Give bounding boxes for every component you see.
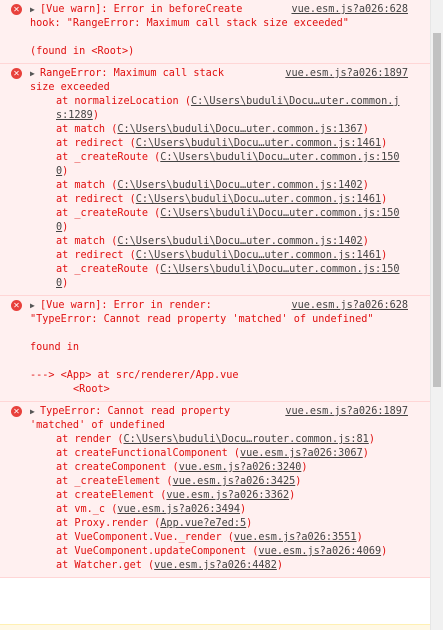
frame-function: at _createRoute [56,208,149,219]
frame-location-link[interactable]: vue.esm.js?a026:3067 [240,448,363,459]
frame-function: at redirect [56,194,124,205]
stack-frame: at redirect (C:\Users\buduli\Docu…uter.c… [56,138,388,149]
stack-frame: at render (C:\Users\buduli\Docu…router.c… [56,434,375,445]
stack-frame: at _createRoute (C:\Users\buduli\Docu…ut… [56,264,400,289]
expand-triangle-icon[interactable]: ▶ [30,299,40,313]
message-text: hook: "RangeError: Maximum call stack si… [30,18,349,29]
stack-frame: at normalizeLocation (C:\Users\buduli\Do… [56,96,400,121]
message-text [30,327,404,341]
frame-location-link[interactable]: C:\Users\buduli\Docu…uter.common.js:1402 [117,180,362,191]
message-text: ---> <App> at src/renderer/App.vue [30,370,239,381]
expand-triangle-icon[interactable]: ▶ [30,405,40,419]
frame-function: at createFunctionalComponent [56,448,228,459]
frame-location-link[interactable]: vue.esm.js?a026:3362 [166,490,289,501]
vertical-scrollbar[interactable] [430,0,443,630]
message-text: <Root> [30,384,110,395]
message-text: 'matched' of undefined [30,420,165,431]
frame-location-link[interactable]: vue.esm.js?a026:4069 [258,546,381,557]
message-text: RangeError: Maximum call stack [40,68,225,79]
message-text: size exceeded [30,82,110,93]
stack-frame: at vm._c (vue.esm.js?a026:3494) [56,504,247,515]
expand-triangle-icon[interactable]: ▶ [30,3,40,17]
stack-frame: at redirect (C:\Users\buduli\Docu…uter.c… [56,194,388,205]
frame-location-link[interactable]: C:\Users\buduli\Docu…uter.common.js:1461 [136,250,381,261]
frame-location-link[interactable]: App.vue?e7ed:5 [160,518,246,529]
frame-function: at _createElement [56,476,161,487]
frame-location-link[interactable]: C:\Users\buduli\Docu…uter.common.js:1367 [117,124,362,135]
frame-function: at render [56,434,112,445]
stack-frame: at Proxy.render (App.vue?e7ed:5) [56,518,253,529]
frame-location-link[interactable]: vue.esm.js?a026:4482 [154,560,277,571]
message-text: [Vue warn]: Error in render: [40,300,212,311]
stack-frame: at createFunctionalComponent (vue.esm.js… [56,448,369,459]
stack-frame: at createElement (vue.esm.js?a026:3362) [56,490,296,501]
source-link[interactable]: vue.esm.js?a026:1897 [285,405,408,419]
frame-location-link[interactable]: vue.esm.js?a026:3425 [173,476,296,487]
console-message-error[interactable]: ✕ vue.esm.js?a026:1897 ▶ TypeError: Canno… [0,402,430,578]
frame-function: at match [56,180,106,191]
message-text: (found in <Root>) [30,46,135,57]
frame-function: at redirect [56,138,124,149]
stack-frame: at _createElement (vue.esm.js?a026:3425) [56,476,302,487]
frame-function: at Proxy.render [56,518,149,529]
stack-frame: at _createRoute (C:\Users\buduli\Docu…ut… [56,152,400,177]
console-message-warn[interactable]: ✕ vue.esm.js?a026:628 ▶ [Vue warn]: Error… [0,296,430,402]
stack-frame: at redirect (C:\Users\buduli\Docu…uter.c… [56,250,388,261]
frame-location-link[interactable]: vue.esm.js?a026:3551 [234,532,357,543]
next-message-strip [0,624,430,630]
frame-function: at normalizeLocation [56,96,179,107]
error-circle-icon: ✕ [11,300,22,311]
stack-frame: at Watcher.get (vue.esm.js?a026:4482) [56,560,283,571]
frame-function: at match [56,236,106,247]
frame-location-link[interactable]: C:\Users\buduli\Docu…uter.common.js:1461 [136,194,381,205]
frame-location-link[interactable]: C:\Users\buduli\Docu…uter.common.js:1402 [117,236,362,247]
frame-function: at Watcher.get [56,560,142,571]
frame-function: at _createRoute [56,264,149,275]
console-message-error[interactable]: ✕ vue.esm.js?a026:1897 ▶ RangeError: Maxi… [0,64,430,296]
console-messages: ✕ vue.esm.js?a026:628 ▶ [Vue warn]: Error… [0,0,430,630]
frame-function: at match [56,124,106,135]
source-link[interactable]: vue.esm.js?a026:628 [291,299,408,313]
stack-frame: at match (C:\Users\buduli\Docu…uter.comm… [56,180,369,191]
error-circle-icon: ✕ [11,4,22,15]
frame-function: at createElement [56,490,155,501]
error-circle-icon: ✕ [11,68,22,79]
scrollbar-thumb[interactable] [433,33,441,387]
frame-function: at VueComponent.updateComponent [56,546,247,557]
frame-location-link[interactable]: vue.esm.js?a026:3240 [179,462,302,473]
frame-function: at vm._c [56,504,106,515]
expand-triangle-icon[interactable]: ▶ [30,67,40,81]
frame-location-link[interactable]: C:\Users\buduli\Docu…router.common.js:81 [123,434,368,445]
frame-location-link[interactable]: C:\Users\buduli\Docu…uter.common.js:1461 [136,138,381,149]
stack-frame: at VueComponent.Vue._render (vue.esm.js?… [56,532,363,543]
stack-frame: at match (C:\Users\buduli\Docu…uter.comm… [56,236,369,247]
stack-frame: at _createRoute (C:\Users\buduli\Docu…ut… [56,208,400,233]
message-text [30,31,404,45]
frame-function: at VueComponent.Vue._render [56,532,222,543]
source-link[interactable]: vue.esm.js?a026:628 [291,3,408,17]
error-circle-icon: ✕ [11,406,22,417]
frame-function: at redirect [56,250,124,261]
frame-location-link[interactable]: vue.esm.js?a026:3494 [117,504,240,515]
frame-function: at createComponent [56,462,167,473]
console-message-warn[interactable]: ✕ vue.esm.js?a026:628 ▶ [Vue warn]: Error… [0,0,430,64]
stack-frame: at match (C:\Users\buduli\Docu…uter.comm… [56,124,369,135]
message-text: "TypeError: Cannot read property 'matche… [30,314,374,325]
message-text: found in [30,342,80,353]
message-text [30,355,404,369]
message-text: TypeError: Cannot read property [40,406,231,417]
source-link[interactable]: vue.esm.js?a026:1897 [285,67,408,81]
stack-frame: at createComponent (vue.esm.js?a026:3240… [56,462,308,473]
frame-function: at _createRoute [56,152,149,163]
stack-frame: at VueComponent.updateComponent (vue.esm… [56,546,388,557]
message-text: [Vue warn]: Error in beforeCreate [40,4,243,15]
